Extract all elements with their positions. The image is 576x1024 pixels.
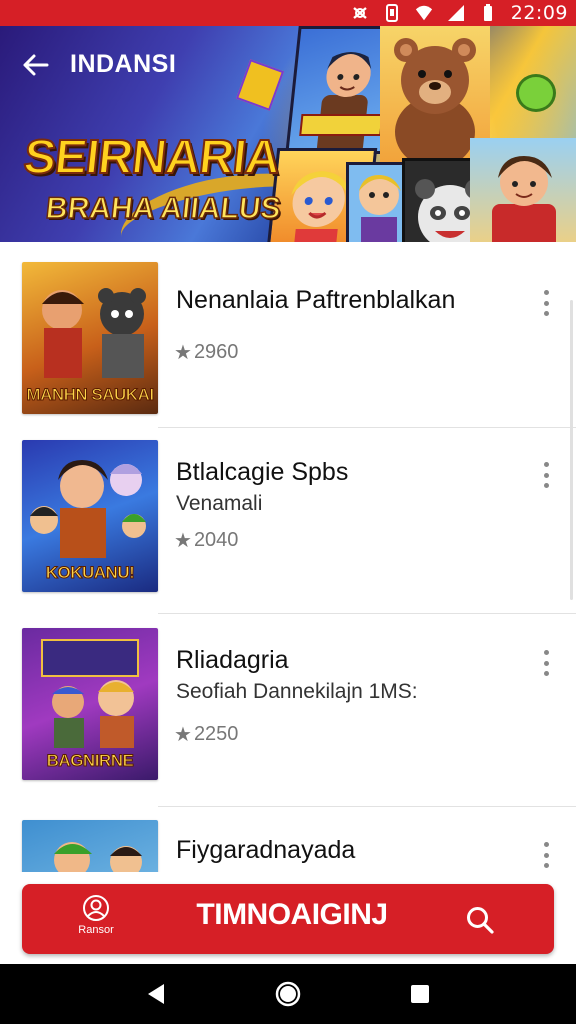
list-item[interactable]: KOKUANU! Btlalcagie Spbs Venamali ★ 2040 [0, 428, 576, 614]
item-rating: ★ 2250 [174, 722, 238, 747]
item-title: Rliadagria [176, 646, 289, 674]
more-options-button[interactable] [534, 646, 558, 680]
nav-recents-button[interactable] [400, 974, 440, 1014]
recents-square-icon [411, 985, 429, 1003]
item-title: Nenanlaia Paftrenblalkan [176, 286, 456, 314]
item-thumbnail: MANHN SAUKAI [22, 262, 158, 414]
rating-value: 2960 [193, 341, 239, 363]
nav-back-button[interactable] [136, 974, 176, 1014]
hero-panel-kid [346, 162, 406, 242]
arrow-left-icon [23, 54, 49, 76]
more-options-button[interactable] [534, 838, 558, 872]
item-rating: ★ 2960 [174, 340, 238, 365]
hero-banner: INDANSI SEIRNARIA BRAHA AIIALUS [0, 26, 576, 242]
search-icon [467, 907, 494, 934]
status-bar: 22:09 [0, 0, 576, 26]
item-subtitle: Venamali [176, 492, 263, 515]
status-time: 22:09 [510, 2, 568, 24]
star-icon: ★ [174, 530, 192, 552]
notification-icon [351, 4, 369, 22]
scrollbar[interactable] [570, 300, 573, 600]
list-item[interactable]: Fiygaradnayada [0, 806, 576, 872]
profile-label: Ransor [78, 924, 114, 936]
header-label: INDANSI [70, 50, 177, 78]
home-circle-icon [275, 981, 301, 1007]
star-icon: ★ [174, 724, 192, 746]
item-title: Fiygaradnayada [176, 836, 356, 864]
battery-icon [479, 4, 497, 22]
item-title: Btlalcagie Spbs [176, 458, 349, 486]
thumbnail-caption: KOKUANU! [45, 563, 135, 583]
vibrate-icon [383, 4, 401, 22]
thumbnail-caption: MANHN SAUKAI [26, 385, 155, 405]
back-button[interactable] [18, 48, 52, 82]
bottom-action-area: Ransor TIMNOAIGINJ [0, 872, 576, 964]
wifi-icon [415, 4, 433, 22]
more-options-button[interactable] [534, 458, 558, 492]
bottom-action-bar: Ransor TIMNOAIGINJ [22, 884, 554, 954]
thumbnail-caption: BAGNIRNE [46, 751, 134, 771]
profile-button[interactable]: Ransor [66, 894, 126, 944]
item-rating: ★ 2040 [174, 528, 238, 553]
primary-action-button[interactable]: TIMNOAIGINJ [172, 898, 412, 932]
item-thumbnail: KOKUANU! [22, 440, 158, 592]
item-thumbnail [22, 820, 158, 872]
list-item[interactable]: BAGNIRNE Rliadagria Seofiah Dannekilajn … [0, 614, 576, 807]
rating-value: 2040 [193, 529, 239, 551]
rating-value: 2250 [193, 723, 239, 745]
list-item[interactable]: MANHN SAUKAI Nenanlaia Paftrenblalkan ★ … [0, 242, 576, 428]
hero-panel-boy [470, 138, 576, 242]
item-subtitle: Seofiah Dannekilajn 1MS: [176, 680, 418, 703]
star-icon: ★ [174, 342, 192, 364]
item-thumbnail: BAGNIRNE [22, 628, 158, 780]
hero-green-creature [516, 74, 556, 112]
back-triangle-icon [148, 984, 164, 1004]
more-options-button[interactable] [534, 286, 558, 320]
nav-home-button[interactable] [268, 974, 308, 1014]
hero-title: SEIRNARIA [20, 130, 283, 185]
system-nav-bar [0, 964, 576, 1024]
hero-subtitle: BRAHA AIIALUS [44, 191, 283, 226]
search-button[interactable] [462, 902, 498, 938]
person-icon [83, 895, 109, 921]
signal-icon [447, 4, 465, 22]
